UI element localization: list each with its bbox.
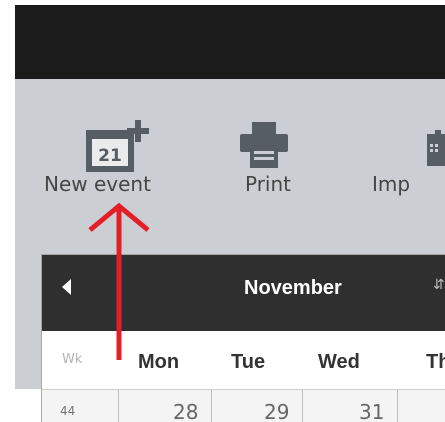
calendar-header: November ⇵ — [42, 255, 445, 331]
day-number: 29 — [264, 400, 290, 422]
calendar-week-row: 44 28 29 31 — [42, 389, 445, 422]
new-event-label: New event — [44, 172, 151, 196]
top-bar — [15, 5, 445, 79]
day-header-tue: Tue — [231, 351, 266, 373]
day-header-mon: Mon — [138, 351, 180, 373]
day-header-thu: Th — [426, 351, 445, 373]
previous-month-icon[interactable] — [62, 279, 71, 295]
week-number: 44 — [60, 404, 76, 418]
print-label: Print — [245, 172, 292, 196]
import-label: Imp — [372, 172, 411, 196]
month-spinner-icon[interactable]: ⇵ — [433, 277, 445, 293]
week-column-header: Wk — [62, 352, 83, 367]
day-cell[interactable]: 29 — [211, 390, 303, 422]
month-selector[interactable]: November — [244, 277, 342, 300]
day-number: 31 — [359, 400, 385, 422]
day-header-wed: Wed — [318, 351, 360, 373]
day-number: 28 — [173, 400, 199, 422]
printer-icon — [240, 122, 288, 168]
weekday-header-row: Wk Mon Tue Wed Th — [42, 331, 445, 389]
day-cell[interactable]: 28 — [118, 390, 212, 422]
svg-text:21: 21 — [98, 146, 122, 166]
calendar: November ⇵ Wk Mon Tue Wed Th 44 28 29 31 — [41, 254, 445, 422]
calendar-add-icon: 21 — [86, 120, 149, 172]
import-icon — [427, 130, 445, 166]
day-cell[interactable] — [397, 390, 445, 422]
day-cell[interactable]: 31 — [302, 390, 398, 422]
